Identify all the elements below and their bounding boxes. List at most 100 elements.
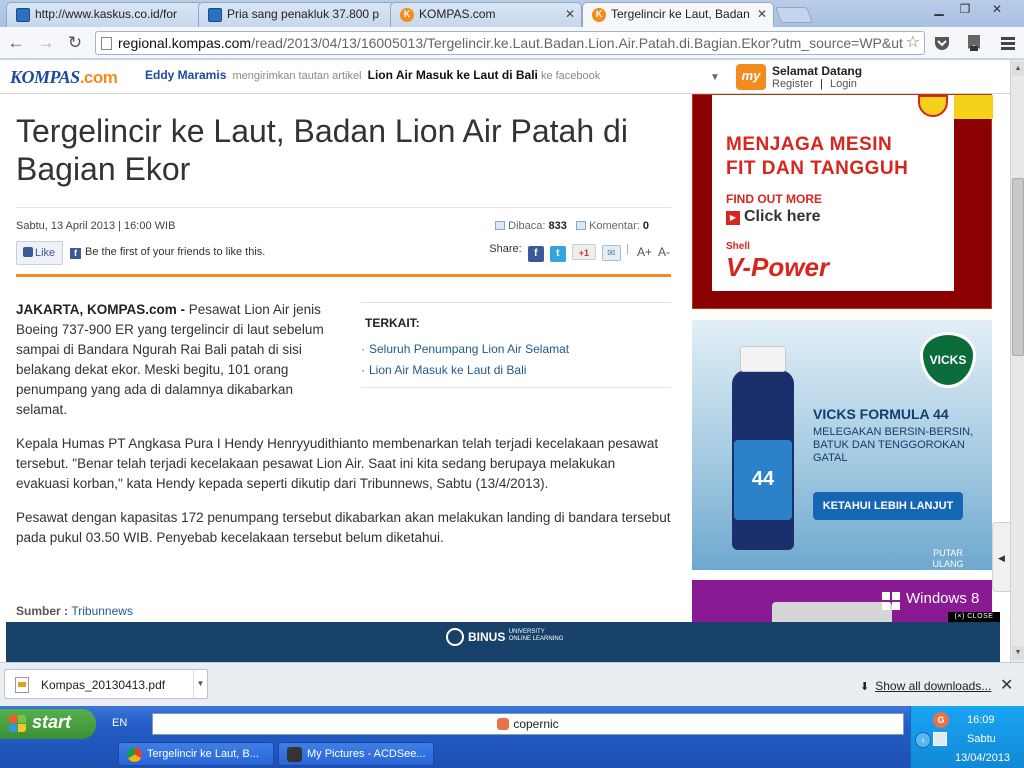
play-icon: ▶	[726, 211, 740, 225]
tab-kaskus-forum[interactable]: http://www.kaskus.co.id/for	[6, 2, 202, 27]
binus-banner-ad[interactable]: BINUS UNIVERSITY ONLINE LEARNING	[6, 622, 1000, 662]
restore-icon[interactable]: ❐	[954, 2, 976, 18]
chevron-down-icon[interactable]: ▼	[193, 670, 207, 698]
ad-headline: MENJAGA MESIN FIT DAN TANGGUH	[726, 133, 908, 181]
related-link-text[interactable]: Lion Air Masuk ke Laut di Bali	[369, 363, 526, 377]
font-decrease-button[interactable]: A-	[657, 244, 671, 260]
facebook-icon: f	[70, 248, 81, 259]
download-item[interactable]: Kompas_20130413.pdf ▼	[4, 669, 208, 699]
shell-ad[interactable]: MENJAGA MESIN FIT DAN TANGGUH FIND OUT MO…	[692, 94, 993, 309]
reload-icon[interactable]: ↻	[64, 32, 86, 54]
tray-app-icon[interactable]: G	[933, 712, 949, 728]
kaskus-favicon-icon	[208, 8, 222, 22]
binus-logo: BINUS UNIVERSITY ONLINE LEARNING	[446, 628, 563, 646]
google-plus-share-icon[interactable]: +1	[571, 244, 596, 260]
taskbar-acdsee-window[interactable]: My Pictures - ACDSee...	[278, 742, 434, 766]
related-link-text[interactable]: Seluruh Penumpang Lion Air Selamat	[369, 342, 569, 356]
related-link[interactable]: · Lion Air Masuk ke Laut di Bali	[361, 363, 526, 377]
tab-kompas-home[interactable]: K KOMPAS.com ✕	[390, 2, 582, 27]
article-headline: Tergelincir ke Laut, Badan Lion Air Pata…	[16, 113, 628, 187]
vicks-ad[interactable]: 44 VICKS VICKS FORMULA 44 MELEGAKAN BERS…	[692, 320, 992, 570]
network-icon[interactable]	[933, 732, 947, 746]
page-icon	[101, 37, 112, 50]
chevron-down-icon[interactable]: ▼	[710, 72, 720, 83]
kaskus-favicon-icon	[16, 8, 30, 22]
scroll-down-icon[interactable]: ▼	[1012, 646, 1024, 660]
show-all-downloads-link[interactable]: ⬇ Show all downloads...	[860, 679, 991, 693]
scroll-up-icon[interactable]: ▲	[1012, 62, 1024, 76]
share-article[interactable]: Lion Air Masuk ke Laut di Bali	[368, 68, 538, 82]
clock-time[interactable]: 16:09	[967, 714, 995, 726]
paragraph-text: Pesawat Lion Air jenis Boeing 737-900 ER…	[16, 302, 324, 417]
tab-label: Pria sang penakluk 37.800 p	[227, 7, 380, 21]
login-link[interactable]: Login	[830, 78, 857, 90]
taskbar-chrome-window[interactable]: Tergelincir ke Laut, B...	[118, 742, 274, 766]
tag-extension-icon[interactable]	[964, 33, 984, 53]
replay-button[interactable]: PUTAR ULANG	[924, 548, 972, 570]
ad-headline: Windows 8	[906, 590, 980, 607]
start-button[interactable]: start	[0, 709, 96, 739]
ad-line: FIT DAN TANGGUH	[726, 158, 909, 179]
bookmark-star-icon[interactable]: ☆	[906, 32, 920, 54]
article-dateline: JAKARTA, KOMPAS.com -	[16, 302, 186, 317]
close-window-icon[interactable]: ✕	[982, 2, 1012, 18]
address-bar[interactable]: regional.kompas.com/read/2013/04/13/1600…	[95, 31, 925, 55]
tab-kompas-article[interactable]: K Tergelincir ke Laut, Badan Lio ✕	[582, 2, 774, 27]
close-tab-icon[interactable]: ✕	[757, 7, 767, 21]
binus-subtitle: UNIVERSITY ONLINE LEARNING	[509, 629, 564, 643]
desktop-search-input[interactable]: copernic	[152, 713, 904, 735]
share-bar: Share: f t +1 ✉ | A+ A-	[489, 243, 671, 262]
back-icon[interactable]: ←	[5, 32, 27, 54]
binus-sub1: UNIVERSITY	[508, 629, 545, 635]
menu-icon[interactable]	[998, 33, 1018, 53]
my-kompas-logo[interactable]: my	[736, 64, 766, 90]
ad-line: MENJAGA MESIN	[726, 134, 893, 155]
close-shelf-icon[interactable]: ✕	[1000, 675, 1013, 695]
related-title: TERKAIT:	[365, 316, 420, 330]
pocket-extension-icon[interactable]	[932, 33, 952, 53]
divider	[16, 207, 671, 208]
share-user[interactable]: Eddy Maramis	[145, 68, 226, 82]
forward-icon[interactable]: →	[35, 32, 57, 54]
tab-label: http://www.kaskus.co.id/for	[35, 7, 178, 21]
source-link[interactable]: Tribunnews	[71, 604, 133, 618]
banner-close-button[interactable]: (×) CLOSE	[948, 612, 1000, 622]
tab-label: Tergelincir ke Laut, Badan Lio	[611, 7, 753, 21]
twitter-share-icon[interactable]: t	[549, 246, 566, 262]
komentar-count[interactable]: 0	[643, 220, 649, 232]
related-link[interactable]: · Seluruh Penumpang Lion Air Selamat	[361, 342, 569, 356]
windows-logo-icon	[882, 592, 900, 610]
welcome-text: Selamat Datang	[772, 64, 863, 78]
search-text: copernic	[513, 717, 559, 731]
new-tab-button[interactable]	[775, 7, 813, 23]
logo-text: KOMPAS	[10, 67, 80, 87]
facebook-share-icon[interactable]: f	[527, 246, 544, 262]
bottle-cap	[740, 346, 786, 372]
browser-tab-strip: http://www.kaskus.co.id/for Pria sang pe…	[0, 0, 1024, 27]
share-text: mengirimkan tautan artikel	[232, 70, 362, 82]
tab-kaskus-thread[interactable]: Pria sang penakluk 37.800 p	[198, 2, 394, 27]
orange-divider	[16, 274, 671, 277]
komentar-label: Komentar:	[589, 220, 640, 232]
email-share-icon[interactable]: ✉	[601, 245, 621, 261]
scroll-thumb[interactable]	[1012, 178, 1024, 356]
copernic-icon	[497, 718, 510, 730]
ad-click-here[interactable]: ▶ Click here	[726, 208, 820, 226]
binus-ring-icon	[446, 628, 464, 646]
page-scrollbar[interactable]: ▲ ▼	[1010, 60, 1024, 662]
show-hidden-icons-icon[interactable]: ‹	[915, 732, 931, 748]
language-indicator[interactable]: EN	[112, 717, 127, 729]
register-link[interactable]: Register	[772, 78, 813, 90]
separator: |	[626, 243, 629, 255]
kompas-logo[interactable]: KOMPAS.com	[10, 67, 118, 88]
close-tab-icon[interactable]: ✕	[565, 7, 575, 21]
font-increase-button[interactable]: A+	[637, 244, 652, 260]
binus-text: BINUS	[468, 630, 506, 644]
minimize-icon[interactable]: ▁	[928, 2, 950, 18]
source-label: Sumber :	[16, 604, 69, 618]
ad-brand: Shell	[726, 241, 750, 252]
facebook-like-button[interactable]: Like	[16, 241, 63, 265]
learn-more-button[interactable]: KETAHUI LEBIH LANJUT	[813, 492, 963, 520]
side-panel-toggle[interactable]: ◀	[992, 522, 1010, 592]
article-paragraph: Kepala Humas PT Angkasa Pura I Hendy Hen…	[16, 436, 659, 491]
